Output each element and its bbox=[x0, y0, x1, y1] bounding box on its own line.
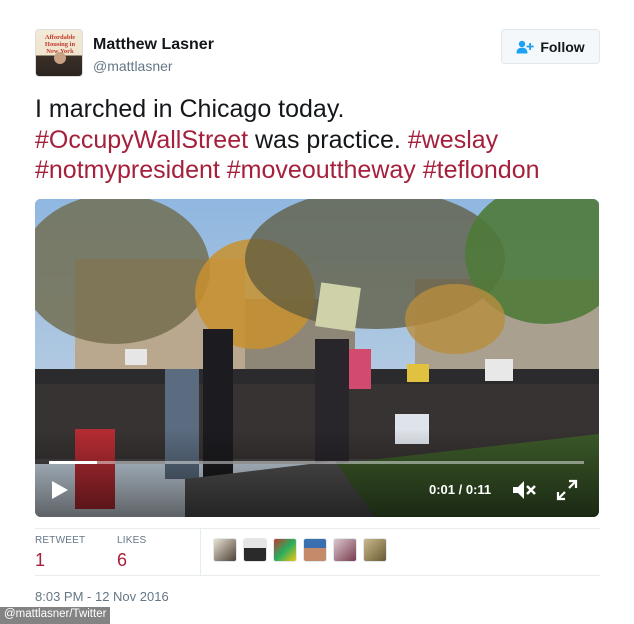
image-credit: @mattlasner/Twitter bbox=[0, 607, 111, 624]
liker-avatar[interactable] bbox=[273, 538, 297, 562]
hashtag-moveouttheway[interactable]: #moveouttheway bbox=[227, 156, 416, 184]
likes-label: LIKES bbox=[117, 535, 147, 546]
hashtag-teflondon[interactable]: #teflondon bbox=[423, 156, 540, 184]
retweet-label: RETWEET bbox=[35, 535, 86, 546]
mute-icon[interactable] bbox=[511, 478, 537, 502]
add-user-icon bbox=[516, 40, 534, 53]
author-avatar[interactable]: Affordable Housing in New York bbox=[35, 29, 83, 77]
retweet-count: 1 bbox=[35, 550, 46, 570]
tweet-header: Affordable Housing in New York Matthew L… bbox=[35, 29, 600, 81]
liker-avatar[interactable] bbox=[333, 538, 357, 562]
video-progress-bar[interactable] bbox=[49, 461, 584, 464]
hashtag-occupywallstreet[interactable]: #OccupyWallStreet bbox=[35, 126, 248, 154]
tweet-timestamp[interactable]: 8:03 PM - 12 Nov 2016 bbox=[35, 589, 169, 604]
video-progress-fill bbox=[49, 461, 98, 464]
author-name[interactable]: Matthew Lasner bbox=[93, 36, 214, 54]
video-time: 0:01 / 0:11 bbox=[429, 482, 492, 497]
hashtag-weslay[interactable]: #weslay bbox=[408, 126, 498, 154]
play-icon[interactable] bbox=[47, 479, 71, 501]
likes-stat[interactable]: LIKES 6 bbox=[117, 535, 146, 571]
retweet-stat[interactable]: RETWEET 1 bbox=[35, 535, 85, 571]
likes-count: 6 bbox=[117, 550, 128, 570]
tweet-stats: RETWEET 1 LIKES 6 bbox=[35, 528, 600, 576]
liker-avatars bbox=[213, 538, 387, 562]
author-handle[interactable]: @mattlasner bbox=[93, 58, 173, 74]
tweet-line-2: #OccupyWallStreet was practice. #weslay bbox=[35, 125, 605, 156]
liker-avatar[interactable] bbox=[303, 538, 327, 562]
video-player[interactable]: 0:01 / 0:11 bbox=[35, 199, 599, 517]
hashtag-notmypresident[interactable]: #notmypresident bbox=[35, 156, 220, 184]
follow-button[interactable]: Follow bbox=[501, 29, 600, 64]
fullscreen-icon[interactable] bbox=[555, 478, 579, 502]
stats-divider bbox=[200, 529, 201, 576]
tweet-line-1: I marched in Chicago today. bbox=[35, 95, 345, 123]
tweet-text-fragment: was practice. bbox=[248, 125, 408, 154]
liker-avatar[interactable] bbox=[213, 538, 237, 562]
video-frame bbox=[35, 199, 599, 517]
follow-label: Follow bbox=[540, 38, 585, 55]
liker-avatar[interactable] bbox=[243, 538, 267, 562]
liker-avatar[interactable] bbox=[363, 538, 387, 562]
tweet-line-3: #notmypresident #moveouttheway #teflondo… bbox=[35, 155, 605, 186]
tweet-text: I marched in Chicago today. #OccupyWallS… bbox=[35, 94, 605, 186]
